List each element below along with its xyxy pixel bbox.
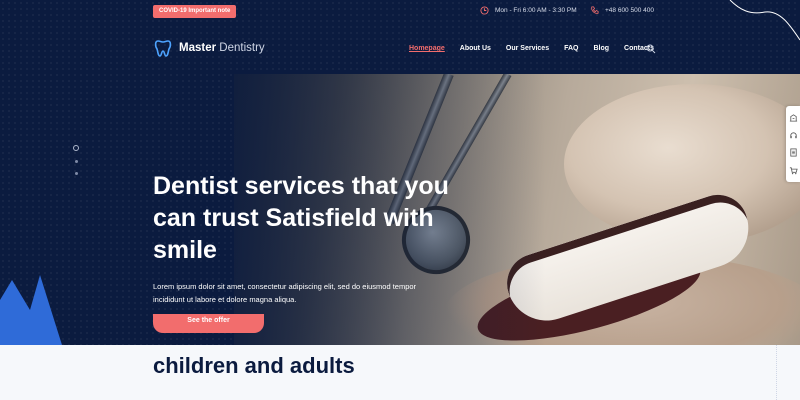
slider-dot[interactable] <box>74 160 78 163</box>
document-icon[interactable] <box>789 148 798 157</box>
tooth-icon <box>154 40 172 57</box>
covid-note-button[interactable]: COVID-19 Important note <box>153 5 237 18</box>
slider-dot[interactable] <box>73 145 79 151</box>
phone-icon <box>591 6 599 14</box>
support-icon[interactable] <box>789 131 798 140</box>
brand-logo[interactable]: Master Dentistry <box>153 38 265 58</box>
nav-homepage[interactable]: Homepage <box>409 45 445 52</box>
cart-icon[interactable] <box>789 166 798 175</box>
nav-about-us[interactable]: About Us <box>460 45 491 52</box>
phone-info[interactable]: +48 600 500 400 <box>590 6 654 15</box>
phone-text: +48 600 500 400 <box>605 7 654 14</box>
slider-dot[interactable] <box>74 172 78 175</box>
section-heading: children and adults <box>153 353 355 378</box>
building-icon[interactable] <box>789 113 798 122</box>
opening-hours: Mon - Fri 6:00 AM - 3:30 PM <box>480 6 577 15</box>
services-section: children and adults <box>0 345 800 400</box>
nav-blog[interactable]: Blog <box>593 45 609 52</box>
search-icon[interactable] <box>646 44 656 54</box>
decorative-shape <box>0 275 62 345</box>
top-bar: COVID-19 Important note Mon - Fri 6:00 A… <box>0 0 800 24</box>
brand-name-light: Dentistry <box>219 42 265 54</box>
brand-name-bold: Master <box>179 42 217 54</box>
main-navbar: Master Dentistry Homepage About Us Our S… <box>0 25 800 73</box>
floating-sidebar <box>786 106 800 182</box>
see-offer-button[interactable]: See the offer <box>153 314 264 333</box>
nav-faq[interactable]: FAQ <box>564 45 578 52</box>
hours-text: Mon - Fri 6:00 AM - 3:30 PM <box>495 7 577 14</box>
nav-our-services[interactable]: Our Services <box>506 45 549 52</box>
slider-pagination <box>73 145 79 175</box>
hero-headline: Dentist services that you can trust Sati… <box>153 172 449 264</box>
primary-nav: Homepage About Us Our Services FAQ Blog … <box>409 45 654 52</box>
section-divider <box>776 345 800 400</box>
clock-icon <box>480 6 489 15</box>
hero-description: Lorem ipsum dolor sit amet, consectetur … <box>153 282 417 304</box>
